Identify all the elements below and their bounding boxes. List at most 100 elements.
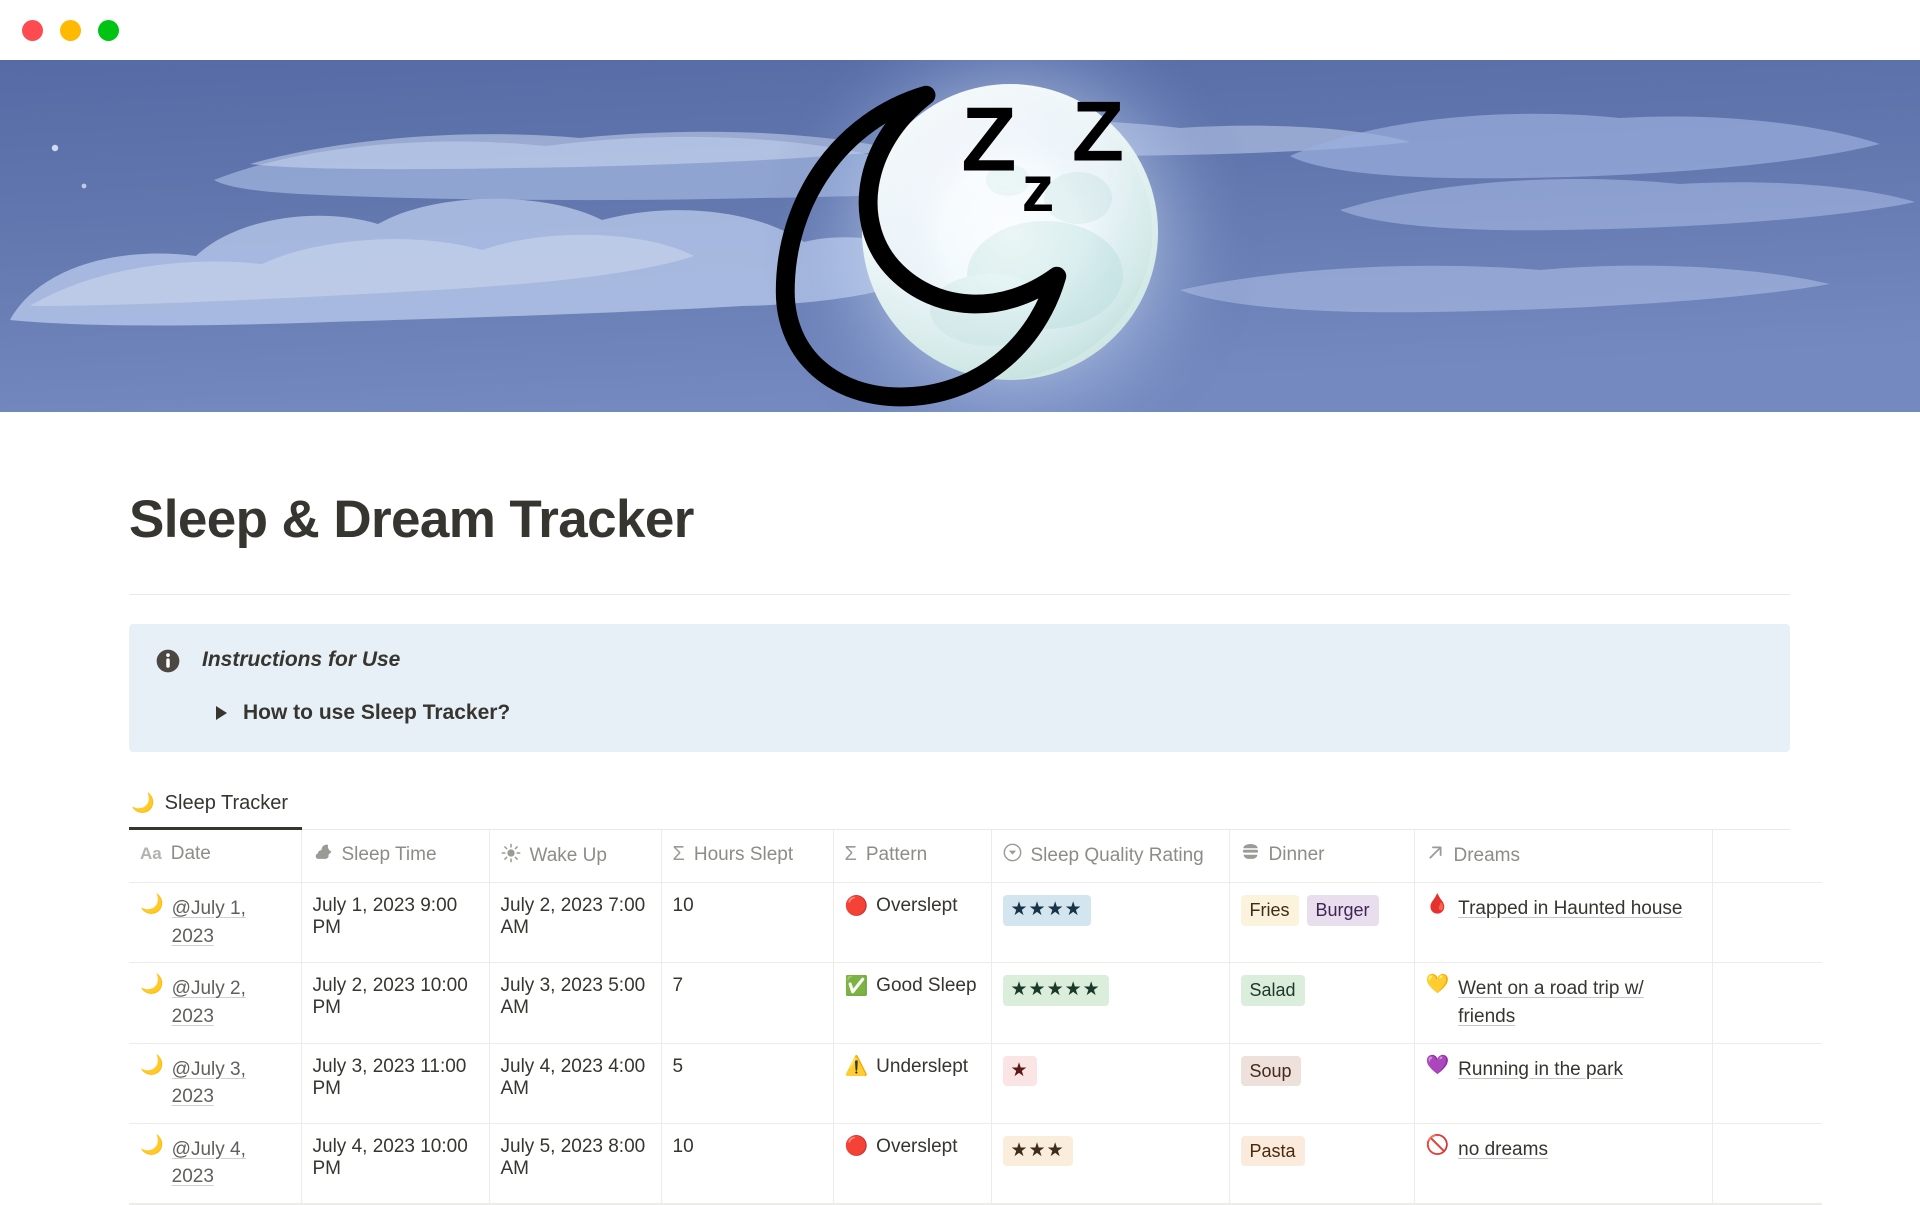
cell-date[interactable]: 🌙 @July 4, 2023: [129, 1123, 301, 1203]
toggle-how-to-use[interactable]: How to use Sleep Tracker?: [216, 701, 1764, 725]
page-body: Sleep & Dream Tracker Instructions for U…: [0, 490, 1920, 1205]
tag-chip: Pasta: [1241, 1136, 1305, 1166]
minimize-button[interactable]: [60, 20, 81, 41]
tab-sleep-tracker[interactable]: 🌙 Sleep Tracker: [129, 788, 302, 830]
cell-date[interactable]: 🌙 @July 3, 2023: [129, 1043, 301, 1123]
column-header-sleep-quality-rating[interactable]: Sleep Quality Rating: [991, 830, 1229, 883]
column-label: Sleep Quality Rating: [1031, 845, 1204, 867]
cell-dinner[interactable]: Soup: [1229, 1043, 1414, 1123]
dream-relation-link[interactable]: no dreams: [1458, 1136, 1548, 1164]
column-header-sleep-time[interactable]: Sleep Time: [301, 830, 489, 883]
star-rating: ★★★★: [1003, 895, 1091, 926]
cloud-moon-icon: [313, 843, 333, 867]
toggle-label: How to use Sleep Tracker?: [243, 701, 510, 725]
cell-sleep-time[interactable]: July 1, 2023 9:00 PM: [301, 883, 489, 963]
column-label: Dreams: [1454, 845, 1521, 867]
dream-relation-link[interactable]: Trapped in Haunted house: [1458, 895, 1682, 923]
table-header: Aa Date Sleep Time: [129, 830, 1822, 883]
cell-hours-slept: 7: [661, 963, 833, 1043]
column-header-hours-slept[interactable]: Σ Hours Slept: [661, 830, 833, 883]
pattern-status-icon: 🔴: [845, 1137, 869, 1156]
dream-emoji-icon: 🩸: [1426, 895, 1450, 914]
instructions-callout: Instructions for Use How to use Sleep Tr…: [129, 624, 1790, 752]
cell-pattern: 🔴 Overslept: [833, 1123, 991, 1203]
column-header-date[interactable]: Aa Date: [129, 830, 301, 883]
cell-dinner[interactable]: Salad: [1229, 963, 1414, 1043]
cell-dreams[interactable]: 🩸 Trapped in Haunted house: [1414, 883, 1712, 963]
date-mention-link[interactable]: @July 3, 2023: [172, 1056, 290, 1111]
cell-wake-up[interactable]: July 2, 2023 7:00 AM: [489, 883, 661, 963]
dream-relation-link[interactable]: Went on a road trip w/ friends: [1458, 975, 1700, 1030]
pattern-status-icon: ⚠️: [845, 1057, 869, 1076]
cell-sleep-quality-rating[interactable]: ★: [991, 1043, 1229, 1123]
table-row[interactable]: 🌙 @July 1, 2023 July 1, 2023 9:00 PM Jul…: [129, 883, 1822, 963]
dream-emoji-icon: 🚫: [1426, 1136, 1450, 1155]
tag-chip: Salad: [1241, 975, 1305, 1005]
cell-sleep-time[interactable]: July 4, 2023 10:00 PM: [301, 1123, 489, 1203]
column-label: Date: [171, 843, 211, 865]
date-mention-link[interactable]: @July 1, 2023: [172, 895, 290, 950]
pattern-label: Underslept: [876, 1056, 968, 1078]
dream-emoji-icon: 💜: [1426, 1056, 1450, 1075]
cell-date[interactable]: 🌙 @July 2, 2023: [129, 963, 301, 1043]
moon-icon: 🌙: [140, 1136, 164, 1155]
cell-sleep-time[interactable]: July 2, 2023 10:00 PM: [301, 963, 489, 1043]
cell-sleep-quality-rating[interactable]: ★★★: [991, 1123, 1229, 1203]
column-label: Hours Slept: [694, 844, 793, 866]
cell-date[interactable]: 🌙 @July 1, 2023: [129, 883, 301, 963]
cell-hours-slept: 10: [661, 1123, 833, 1203]
formula-icon: Σ: [845, 843, 857, 866]
cell-wake-up[interactable]: July 5, 2023 8:00 AM: [489, 1123, 661, 1203]
cell-hours-slept: 5: [661, 1043, 833, 1123]
select-chevron-icon: [1003, 843, 1022, 868]
dream-relation-link[interactable]: Running in the park: [1458, 1056, 1623, 1084]
tag-chip: Fries: [1241, 895, 1299, 925]
column-label: Sleep Time: [342, 844, 437, 866]
pattern-label: Overslept: [876, 1136, 957, 1158]
cell-dreams[interactable]: 💛 Went on a road trip w/ friends: [1414, 963, 1712, 1043]
cell-pattern: 🔴 Overslept: [833, 883, 991, 963]
cell-sleep-time[interactable]: July 3, 2023 11:00 PM: [301, 1043, 489, 1123]
cell-wake-up[interactable]: July 3, 2023 5:00 AM: [489, 963, 661, 1043]
cell-wake-up[interactable]: July 4, 2023 4:00 AM: [489, 1043, 661, 1123]
chevron-right-icon[interactable]: [216, 706, 227, 720]
cell-sleep-quality-rating[interactable]: ★★★★: [991, 883, 1229, 963]
sun-icon: [501, 843, 521, 869]
column-header-wake-up[interactable]: Wake Up: [489, 830, 661, 883]
relation-icon: [1426, 843, 1445, 868]
cell-dreams[interactable]: 💜 Running in the park: [1414, 1043, 1712, 1123]
cell-dinner[interactable]: Pasta: [1229, 1123, 1414, 1203]
window-titlebar: [0, 0, 1920, 60]
cell-hours-slept: 10: [661, 883, 833, 963]
pattern-status-icon: ✅: [845, 977, 869, 996]
date-mention-link[interactable]: @July 4, 2023: [172, 1136, 290, 1191]
title-type-icon: Aa: [140, 844, 162, 864]
column-header-blank[interactable]: [1712, 830, 1822, 883]
date-mention-link[interactable]: @July 2, 2023: [172, 975, 290, 1030]
column-header-pattern[interactable]: Σ Pattern: [833, 830, 991, 883]
table-row[interactable]: 🌙 @July 2, 2023 July 2, 2023 10:00 PM Ju…: [129, 963, 1822, 1043]
tab-bar-rule: [302, 829, 1790, 830]
moon-icon: 🌙: [131, 794, 155, 813]
multi-select-icon: [1241, 843, 1260, 866]
pattern-label: Good Sleep: [876, 975, 976, 997]
cell-dreams[interactable]: 🚫 no dreams: [1414, 1123, 1712, 1203]
moon-icon: 🌙: [140, 975, 164, 994]
moon-icon: 🌙: [140, 1056, 164, 1075]
cell-sleep-quality-rating[interactable]: ★★★★★: [991, 963, 1229, 1043]
column-label: Dinner: [1269, 844, 1325, 866]
table-body: 🌙 @July 1, 2023 July 1, 2023 9:00 PM Jul…: [129, 883, 1822, 1203]
column-header-dinner[interactable]: Dinner: [1229, 830, 1414, 883]
tag-chip: Soup: [1241, 1056, 1301, 1086]
close-button[interactable]: [22, 20, 43, 41]
title-divider: [129, 594, 1790, 595]
table-row[interactable]: 🌙 @July 3, 2023 July 3, 2023 11:00 PM Ju…: [129, 1043, 1822, 1123]
maximize-button[interactable]: [98, 20, 119, 41]
cell-pattern: ⚠️ Underslept: [833, 1043, 991, 1123]
tag-chip: Burger: [1307, 895, 1379, 925]
column-header-dreams[interactable]: Dreams: [1414, 830, 1712, 883]
moon-icon: 🌙: [140, 895, 164, 914]
table-row[interactable]: 🌙 @July 4, 2023 July 4, 2023 10:00 PM Ju…: [129, 1123, 1822, 1203]
star-rating: ★: [1003, 1056, 1037, 1087]
cell-dinner[interactable]: Fries Burger: [1229, 883, 1414, 963]
